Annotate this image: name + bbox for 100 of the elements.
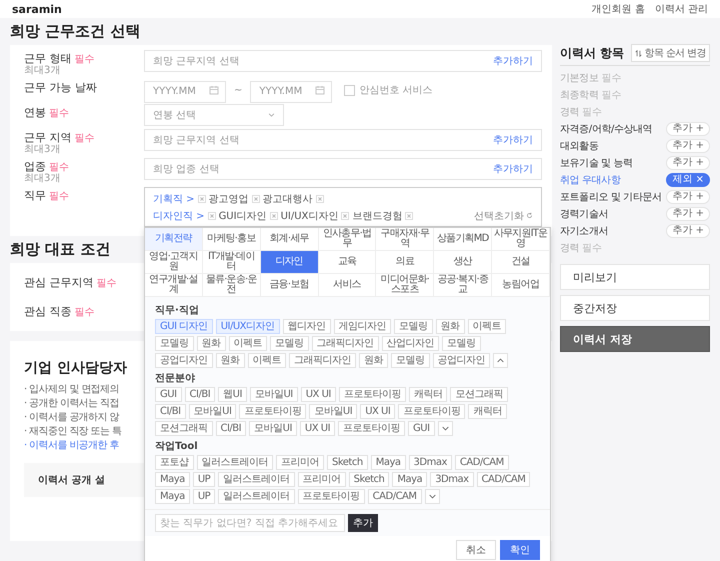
nav-link[interactable]: 이력서 관리 <box>654 2 708 16</box>
picker-field[interactable]: 희망 근무지역 선택 추가하기 <box>144 50 542 72</box>
date-field[interactable]: YYYY.MM <box>250 80 332 103</box>
add-button[interactable]: 추가 <box>348 514 378 532</box>
remove-icon[interactable] <box>405 212 414 220</box>
remove-icon[interactable] <box>198 194 206 203</box>
tag-chip[interactable]: CI/BI <box>184 387 216 402</box>
tag-chip[interactable]: 모바일UI <box>249 421 297 436</box>
tag-chip[interactable]: 이펙트 <box>228 336 267 352</box>
tag-chip[interactable]: GUI <box>408 421 435 436</box>
add-link[interactable]: 추가하기 <box>493 162 533 176</box>
tag-chip[interactable]: 3Dmax <box>408 455 452 470</box>
tag-chip[interactable]: 프로토타이핑 <box>338 387 406 402</box>
action-button[interactable]: 미리보기 <box>560 264 710 290</box>
section-item[interactable]: 대외활동 <box>560 138 598 152</box>
nav-link[interactable]: 개인회원 홈 <box>592 2 645 16</box>
category-tab[interactable]: 기획전략 <box>145 228 203 252</box>
tag-chip[interactable]: 캐릭터 <box>468 404 507 420</box>
tag-chip[interactable]: UX UI <box>300 421 336 436</box>
job-field[interactable]: 기획직 > 광고영업 광고대행사 디자인직 > GUI디자인 UI/UX디자인 브랜드경험 선택초기화 <box>144 187 542 228</box>
tag-chip[interactable]: 웹디자인 <box>282 319 331 334</box>
tag-chip[interactable]: 모델링 <box>442 336 480 352</box>
tag-chip[interactable]: GUI 디자인 <box>155 319 213 334</box>
logo[interactable]: saramin <box>12 2 62 16</box>
picker-field[interactable]: 희망 업종 선택 추가하기 <box>144 158 542 180</box>
add-link[interactable]: 추가하기 <box>493 54 533 68</box>
section-item[interactable]: 보유기술 및 능력 <box>560 156 633 170</box>
category-tab[interactable]: 디자인 <box>260 251 319 274</box>
category-tab[interactable]: 건설 <box>492 251 550 274</box>
add-button[interactable]: 추가 + <box>666 190 710 204</box>
tag-chip[interactable]: 모델링 <box>155 336 194 352</box>
category-tab[interactable]: 생산 <box>434 251 492 274</box>
section-item[interactable]: 취업 우대사항 <box>560 172 620 186</box>
remove-icon[interactable] <box>270 212 278 220</box>
tag-chip[interactable]: 웹UI <box>218 387 247 402</box>
tag-chip[interactable]: 캐릭터 <box>408 387 448 402</box>
tag-chip[interactable]: 모바일UI <box>188 404 236 420</box>
tag-chip[interactable]: 프로토타이핑 <box>398 404 466 420</box>
tag-chip[interactable]: 게임디자인 <box>334 319 392 334</box>
category-tab[interactable]: 의료 <box>376 251 434 274</box>
save-button[interactable]: 이력서 저장 <box>560 326 710 352</box>
tag-chip[interactable]: CAD/CAM <box>454 455 509 470</box>
remove-icon[interactable] <box>341 212 350 220</box>
tag-chip[interactable]: 프로토타이핑 <box>239 404 306 420</box>
tag-chip[interactable]: 일러스트레이터 <box>218 489 295 504</box>
tag-chip[interactable]: 모션그래픽 <box>450 387 508 402</box>
tag-chip[interactable]: 공업디자인 <box>432 353 490 368</box>
tag-chip[interactable]: 프리미어 <box>276 455 324 470</box>
reset-button[interactable]: 선택초기화 <box>474 208 533 223</box>
tag-chip[interactable]: 일러스트레이터 <box>218 472 295 488</box>
add-button[interactable]: 추가 + <box>666 138 710 152</box>
add-button[interactable]: 추가 + <box>666 224 710 238</box>
category-tab[interactable]: 사무지원IT운영 <box>492 228 550 252</box>
checkbox[interactable] <box>344 84 356 96</box>
tag-chip[interactable]: 공업디자인 <box>155 353 212 368</box>
tag-chip[interactable]: 모델링 <box>391 353 430 368</box>
tag-chip[interactable]: 포토샵 <box>155 455 194 470</box>
tag-chip[interactable]: Maya <box>155 472 190 488</box>
tag-chip[interactable]: 원화 <box>196 336 226 352</box>
category-tab[interactable]: 영업·고객지원 <box>145 251 203 274</box>
tag-chip[interactable]: 원화 <box>436 319 465 334</box>
tag-chip[interactable]: 모델링 <box>270 336 308 352</box>
tag-chip[interactable]: Sketch <box>327 455 368 470</box>
category-tab[interactable]: 구매자재·무역 <box>376 228 434 252</box>
tag-chip[interactable]: 이펙트 <box>468 319 506 334</box>
remove-button[interactable]: 제외 × <box>666 172 710 186</box>
tag-chip[interactable]: CAD/CAM <box>476 472 530 488</box>
tag-chip[interactable]: 원화 <box>359 353 388 368</box>
confirm-button[interactable]: 확인 <box>500 540 540 560</box>
tag-chip[interactable]: 산업디자인 <box>382 336 439 352</box>
tag-chip[interactable]: 프로토타이핑 <box>338 421 406 436</box>
category-tab[interactable]: 교육 <box>318 251 376 274</box>
tag-chip[interactable]: UX UI <box>300 387 336 402</box>
add-link[interactable]: 추가하기 <box>493 133 533 148</box>
tag-chip[interactable]: 프리미어 <box>298 472 346 488</box>
tag-chip[interactable]: CI/BI <box>155 404 186 420</box>
section-item[interactable]: 경력기술서 <box>560 206 608 220</box>
add-button[interactable]: 추가 + <box>666 156 710 170</box>
tag-chip[interactable]: 모바일UI <box>250 387 298 402</box>
section-item[interactable]: 포트폴리오 및 기타문서 <box>560 190 662 204</box>
expand-button[interactable] <box>438 421 453 436</box>
tag-chip[interactable]: UP <box>192 489 216 504</box>
category-tab[interactable]: 상품기획MD <box>434 228 492 252</box>
tag-chip[interactable]: Maya <box>392 472 428 488</box>
tag-chip[interactable]: UX UI <box>360 404 396 420</box>
tag-chip[interactable]: GUI <box>155 387 182 402</box>
tag-chip[interactable]: 프로토타이핑 <box>298 489 365 504</box>
tag-chip[interactable]: 모바일UI <box>309 404 358 420</box>
category-tab[interactable]: 마케팅·홍보 <box>202 228 261 252</box>
category-tab[interactable]: 인사총무·법무 <box>318 228 376 252</box>
remove-icon[interactable] <box>316 194 324 203</box>
reorder-button[interactable]: 항목 순서 변경 <box>631 44 710 62</box>
tag-chip[interactable]: CI/BI <box>216 421 246 436</box>
category-chip[interactable]: 디자인직 > <box>153 208 205 223</box>
section-item[interactable]: 자기소개서 <box>560 224 608 238</box>
picker-field[interactable]: 희망 근무지역 선택 추가하기 <box>144 129 542 152</box>
date-field[interactable]: YYYY.MM <box>144 80 226 103</box>
tag-chip[interactable]: CAD/CAM <box>368 489 422 504</box>
tag-chip[interactable]: 원화 <box>216 353 244 368</box>
tag-chip[interactable]: 그래픽디자인 <box>289 353 356 368</box>
